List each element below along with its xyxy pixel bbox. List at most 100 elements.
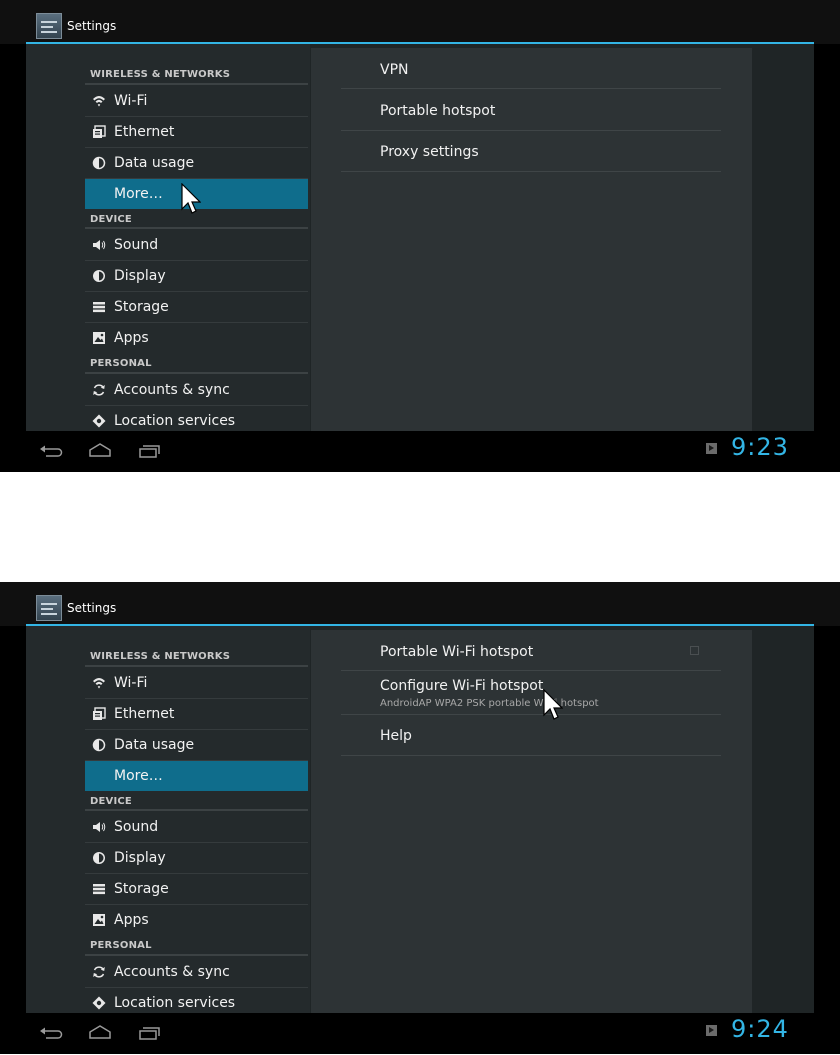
sync-icon — [92, 383, 106, 397]
data-usage-icon — [92, 156, 106, 170]
detail-item-title: Portable hotspot — [380, 103, 496, 119]
settings-sidebar: WIRELESS & NETWORKS Wi-Fi Ethernet Data … — [26, 626, 310, 1013]
display-icon — [92, 851, 106, 865]
home-button[interactable] — [86, 1021, 114, 1045]
sidebar-item-label: Location services — [114, 413, 236, 429]
sidebar-item-ethernet[interactable]: Ethernet — [85, 699, 308, 730]
sidebar-item-apps[interactable]: Apps — [85, 905, 308, 935]
apps-icon — [92, 331, 106, 345]
section-divider — [85, 665, 308, 667]
detail-item-title: Help — [380, 728, 412, 744]
display-icon — [92, 269, 106, 283]
wifi-icon — [92, 94, 106, 108]
sidebar-item-label: Accounts & sync — [114, 382, 230, 398]
sidebar-item-label: Ethernet — [114, 706, 175, 722]
home-icon — [89, 1025, 111, 1039]
location-icon — [92, 414, 106, 428]
detail-item-vpn[interactable]: VPN — [341, 48, 721, 89]
settings-app-icon[interactable] — [36, 595, 62, 621]
sidebar-item-label: More… — [114, 768, 163, 784]
sidebar-item-display[interactable]: Display — [85, 843, 308, 874]
sidebar-item-label: Display — [114, 268, 166, 284]
detail-item-title: VPN — [380, 62, 409, 78]
section-header-wireless: WIRELESS & NETWORKS — [90, 651, 231, 662]
back-icon — [40, 1027, 63, 1039]
sidebar-item-apps[interactable]: Apps — [85, 323, 308, 353]
sidebar-item-ethernet[interactable]: Ethernet — [85, 117, 308, 148]
recent-apps-button[interactable] — [137, 439, 165, 463]
mouse-cursor — [181, 183, 201, 214]
sidebar-item-sound[interactable]: Sound — [85, 812, 308, 843]
location-icon — [92, 996, 106, 1010]
detail-item-help[interactable]: Help — [341, 716, 721, 756]
sidebar-item-data-usage[interactable]: Data usage — [85, 148, 308, 179]
home-icon — [89, 443, 111, 457]
recent-apps-icon — [139, 445, 160, 458]
hotspot-checkbox[interactable] — [690, 646, 699, 655]
section-divider — [85, 809, 308, 811]
detail-item-portable-hotspot[interactable]: Portable hotspot — [341, 90, 721, 131]
section-header-personal: PERSONAL — [90, 940, 152, 951]
sidebar-item-label: Wi-Fi — [114, 93, 148, 109]
sidebar-item-label: Storage — [114, 881, 169, 897]
sidebar-item-accounts-sync[interactable]: Accounts & sync — [85, 957, 308, 988]
sidebar-item-wifi[interactable]: Wi-Fi — [85, 86, 308, 117]
data-usage-icon — [92, 738, 106, 752]
recent-apps-icon — [139, 1027, 160, 1040]
sidebar-item-storage[interactable]: Storage — [85, 874, 308, 905]
sync-icon — [92, 965, 106, 979]
detail-item-configure-hotspot[interactable]: Configure Wi-Fi hotspot AndroidAP WPA2 P… — [341, 672, 721, 715]
sidebar-item-label: More… — [114, 186, 163, 202]
ethernet-icon — [92, 125, 106, 139]
sidebar-item-label: Storage — [114, 299, 169, 315]
app-title: Settings — [67, 601, 117, 615]
sidebar-item-label: Wi-Fi — [114, 675, 148, 691]
section-header-device: DEVICE — [90, 214, 132, 225]
settings-content: WIRELESS & NETWORKS Wi-Fi Ethernet Data … — [26, 44, 814, 431]
detail-item-proxy-settings[interactable]: Proxy settings — [341, 131, 721, 172]
sidebar-item-display[interactable]: Display — [85, 261, 308, 292]
back-icon — [40, 445, 63, 457]
sidebar-item-accounts-sync[interactable]: Accounts & sync — [85, 375, 308, 406]
storage-icon — [92, 300, 106, 314]
back-button[interactable] — [38, 439, 66, 463]
mouse-cursor — [543, 689, 563, 720]
sidebar-item-label: Accounts & sync — [114, 964, 230, 980]
action-bar: Settings — [0, 0, 840, 44]
sidebar-item-label: Data usage — [114, 737, 195, 753]
notification-icon[interactable] — [706, 443, 717, 454]
sound-icon — [92, 238, 106, 252]
detail-item-title: Configure Wi-Fi hotspot — [380, 678, 544, 694]
notification-icon[interactable] — [706, 1025, 717, 1036]
ethernet-icon — [92, 707, 106, 721]
apps-icon — [92, 913, 106, 927]
system-navigation-bar: 9:24 — [0, 1013, 840, 1054]
section-header-wireless: WIRELESS & NETWORKS — [90, 69, 231, 80]
settings-app-icon[interactable] — [36, 13, 62, 39]
sidebar-item-label: Display — [114, 850, 166, 866]
settings-content: WIRELESS & NETWORKS Wi-Fi Ethernet Data … — [26, 626, 814, 1013]
detail-pane: VPN Portable hotspot Proxy settings — [311, 48, 752, 431]
settings-sidebar: WIRELESS & NETWORKS Wi-Fi Ethernet Data … — [26, 44, 310, 431]
sidebar-item-sound[interactable]: Sound — [85, 230, 308, 261]
section-divider — [85, 83, 308, 85]
section-divider — [85, 954, 308, 956]
section-header-device: DEVICE — [90, 796, 132, 807]
status-clock: 9:23 — [731, 433, 789, 461]
back-button[interactable] — [38, 1021, 66, 1045]
sound-icon — [92, 820, 106, 834]
sidebar-item-more[interactable]: More… — [85, 761, 308, 791]
home-button[interactable] — [86, 439, 114, 463]
sidebar-item-storage[interactable]: Storage — [85, 292, 308, 323]
section-divider — [85, 372, 308, 374]
wifi-icon — [92, 676, 106, 690]
sidebar-item-label: Location services — [114, 995, 236, 1011]
detail-item-portable-wifi-hotspot[interactable]: Portable Wi-Fi hotspot — [341, 630, 721, 671]
screenshot-1: Settings WIRELESS & NETWORKS Wi-Fi Ether… — [0, 0, 840, 472]
screenshot-2: Settings WIRELESS & NETWORKS Wi-Fi Ether… — [0, 582, 840, 1054]
sidebar-item-wifi[interactable]: Wi-Fi — [85, 668, 308, 699]
sidebar-item-label: Ethernet — [114, 124, 175, 140]
sidebar-item-data-usage[interactable]: Data usage — [85, 730, 308, 761]
recent-apps-button[interactable] — [137, 1021, 165, 1045]
sidebar-item-label: Sound — [114, 237, 159, 253]
